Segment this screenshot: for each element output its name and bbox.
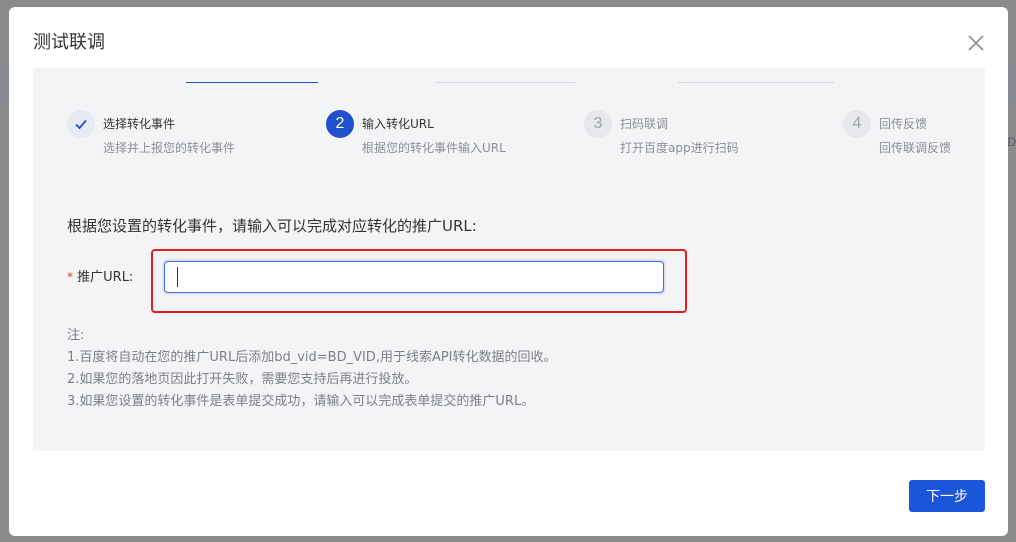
background-edge-text: D [1007,135,1016,149]
dialog-content: 选择转化事件 选择并上报您的转化事件 2 输入转化URL 根据您的转化事件输入U… [33,68,985,451]
step-2-indicator: 2 [326,110,354,138]
step-1-description: 选择并上报您的转化事件 [103,141,236,155]
step-2-description: 根据您的转化事件输入URL [362,141,506,155]
step-2-title: 输入转化URL [362,117,434,131]
step-1-indicator [67,110,95,138]
note-item-3: 3.如果您设置的转化事件是表单提交成功，请输入可以完成表单提交的推广URL。 [67,394,535,409]
step-connector-1 [186,82,318,83]
step-1-title: 选择转化事件 [103,117,176,131]
text-cursor [177,267,178,287]
check-icon [75,119,87,130]
instruction-text: 根据您设置的转化事件，请输入可以完成对应转化的推广URL: [67,217,477,235]
step-4-description: 回传联调反馈 [879,141,952,155]
test-integration-dialog: 测试联调 选择转化事件 选择并上报您的转化事件 2 输入转化URL 根据您的转化… [9,7,1008,536]
required-star: * [67,270,73,284]
step-connector-3 [678,82,834,83]
close-icon [968,35,984,51]
notes-heading: 注: [67,328,85,343]
note-item-2: 2.如果您的落地页因此打开失败，需要您支持后再进行投放。 [67,372,418,387]
next-step-button[interactable]: 下一步 [909,480,985,512]
step-3-description: 打开百度app进行扫码 [620,141,739,155]
step-connector-2 [435,82,575,83]
url-label-text: 推广URL: [77,270,134,285]
notes-block: 注: 1.百度将自动在您的推广URL后添加bd_vid=BD_VID,用于线索A… [67,325,557,413]
step-4-indicator: 4 [843,110,871,138]
url-field-label: * 推广URL: [67,268,133,287]
step-3-title: 扫码联调 [620,117,669,131]
close-button[interactable] [965,32,987,54]
dialog-title: 测试联调 [33,32,105,53]
step-3-indicator: 3 [584,110,612,138]
note-item-1: 1.百度将自动在您的推广URL后添加bd_vid=BD_VID,用于线索API转… [67,350,557,365]
step-4-title: 回传反馈 [879,117,928,131]
promotion-url-input[interactable] [164,261,664,293]
